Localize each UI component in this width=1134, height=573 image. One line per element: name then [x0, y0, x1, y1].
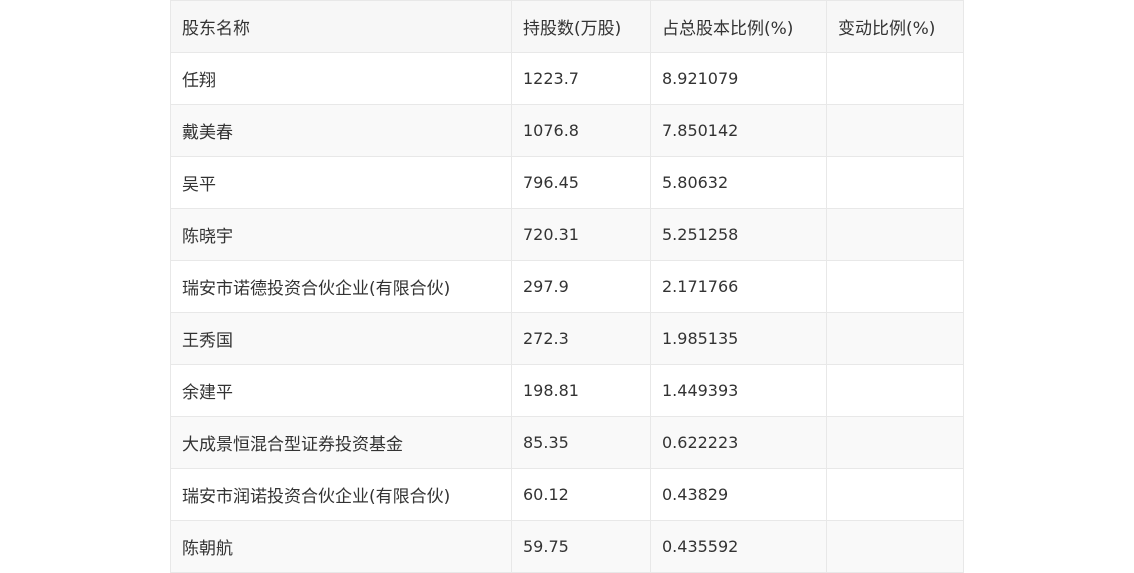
- table-row: 瑞安市润诺投资合伙企业(有限合伙) 60.12 0.43829: [170, 468, 964, 521]
- cell-share-ratio: 0.622223: [650, 416, 827, 469]
- table-header: 股东名称 持股数(万股) 占总股本比例(%) 变动比例(%): [170, 0, 964, 53]
- cell-shares-held: 1223.7: [511, 52, 651, 105]
- cell-shareholder-name: 任翔: [170, 52, 512, 105]
- cell-share-ratio: 2.171766: [650, 260, 827, 313]
- cell-share-ratio: 1.449393: [650, 364, 827, 417]
- cell-share-ratio: 0.435592: [650, 520, 827, 573]
- column-header-change-ratio: 变动比例(%): [826, 0, 964, 53]
- cell-share-ratio: 7.850142: [650, 104, 827, 157]
- cell-share-ratio: 5.80632: [650, 156, 827, 209]
- table-row: 陈晓宇 720.31 5.251258: [170, 208, 964, 261]
- cell-change-ratio: [826, 104, 964, 157]
- table-row: 任翔 1223.7 8.921079: [170, 52, 964, 105]
- cell-shareholder-name: 陈朝航: [170, 520, 512, 573]
- cell-change-ratio: [826, 520, 964, 573]
- cell-shareholder-name: 戴美春: [170, 104, 512, 157]
- table-row: 吴平 796.45 5.80632: [170, 156, 964, 209]
- table-row: 陈朝航 59.75 0.435592: [170, 520, 964, 573]
- cell-share-ratio: 1.985135: [650, 312, 827, 365]
- cell-shares-held: 60.12: [511, 468, 651, 521]
- table-row: 余建平 198.81 1.449393: [170, 364, 964, 417]
- cell-shares-held: 720.31: [511, 208, 651, 261]
- cell-shareholder-name: 瑞安市润诺投资合伙企业(有限合伙): [170, 468, 512, 521]
- cell-shares-held: 59.75: [511, 520, 651, 573]
- cell-change-ratio: [826, 312, 964, 365]
- column-header-share-ratio: 占总股本比例(%): [650, 0, 827, 53]
- cell-shareholder-name: 王秀国: [170, 312, 512, 365]
- cell-shareholder-name: 瑞安市诺德投资合伙企业(有限合伙): [170, 260, 512, 313]
- cell-shareholder-name: 吴平: [170, 156, 512, 209]
- cell-share-ratio: 8.921079: [650, 52, 827, 105]
- cell-shares-held: 1076.8: [511, 104, 651, 157]
- cell-change-ratio: [826, 416, 964, 469]
- cell-shares-held: 272.3: [511, 312, 651, 365]
- cell-share-ratio: 0.43829: [650, 468, 827, 521]
- column-header-shareholder-name: 股东名称: [170, 0, 512, 53]
- table-row: 王秀国 272.3 1.985135: [170, 312, 964, 365]
- cell-change-ratio: [826, 260, 964, 313]
- cell-change-ratio: [826, 364, 964, 417]
- cell-change-ratio: [826, 208, 964, 261]
- shareholder-table-container: 股东名称 持股数(万股) 占总股本比例(%) 变动比例(%) 任翔 1223.7…: [170, 0, 964, 573]
- table-row: 瑞安市诺德投资合伙企业(有限合伙) 297.9 2.171766: [170, 260, 964, 313]
- cell-change-ratio: [826, 156, 964, 209]
- cell-shares-held: 796.45: [511, 156, 651, 209]
- header-row: 股东名称 持股数(万股) 占总股本比例(%) 变动比例(%): [170, 0, 964, 53]
- table-row: 戴美春 1076.8 7.850142: [170, 104, 964, 157]
- cell-shareholder-name: 余建平: [170, 364, 512, 417]
- table-row: 大成景恒混合型证券投资基金 85.35 0.622223: [170, 416, 964, 469]
- cell-shares-held: 297.9: [511, 260, 651, 313]
- cell-shareholder-name: 大成景恒混合型证券投资基金: [170, 416, 512, 469]
- cell-shares-held: 198.81: [511, 364, 651, 417]
- cell-change-ratio: [826, 468, 964, 521]
- column-header-shares-held: 持股数(万股): [511, 0, 651, 53]
- cell-share-ratio: 5.251258: [650, 208, 827, 261]
- table-body: 任翔 1223.7 8.921079 戴美春 1076.8 7.850142 吴…: [170, 52, 964, 573]
- cell-shares-held: 85.35: [511, 416, 651, 469]
- cell-change-ratio: [826, 52, 964, 105]
- cell-shareholder-name: 陈晓宇: [170, 208, 512, 261]
- shareholder-table: 股东名称 持股数(万股) 占总股本比例(%) 变动比例(%) 任翔 1223.7…: [170, 0, 964, 573]
